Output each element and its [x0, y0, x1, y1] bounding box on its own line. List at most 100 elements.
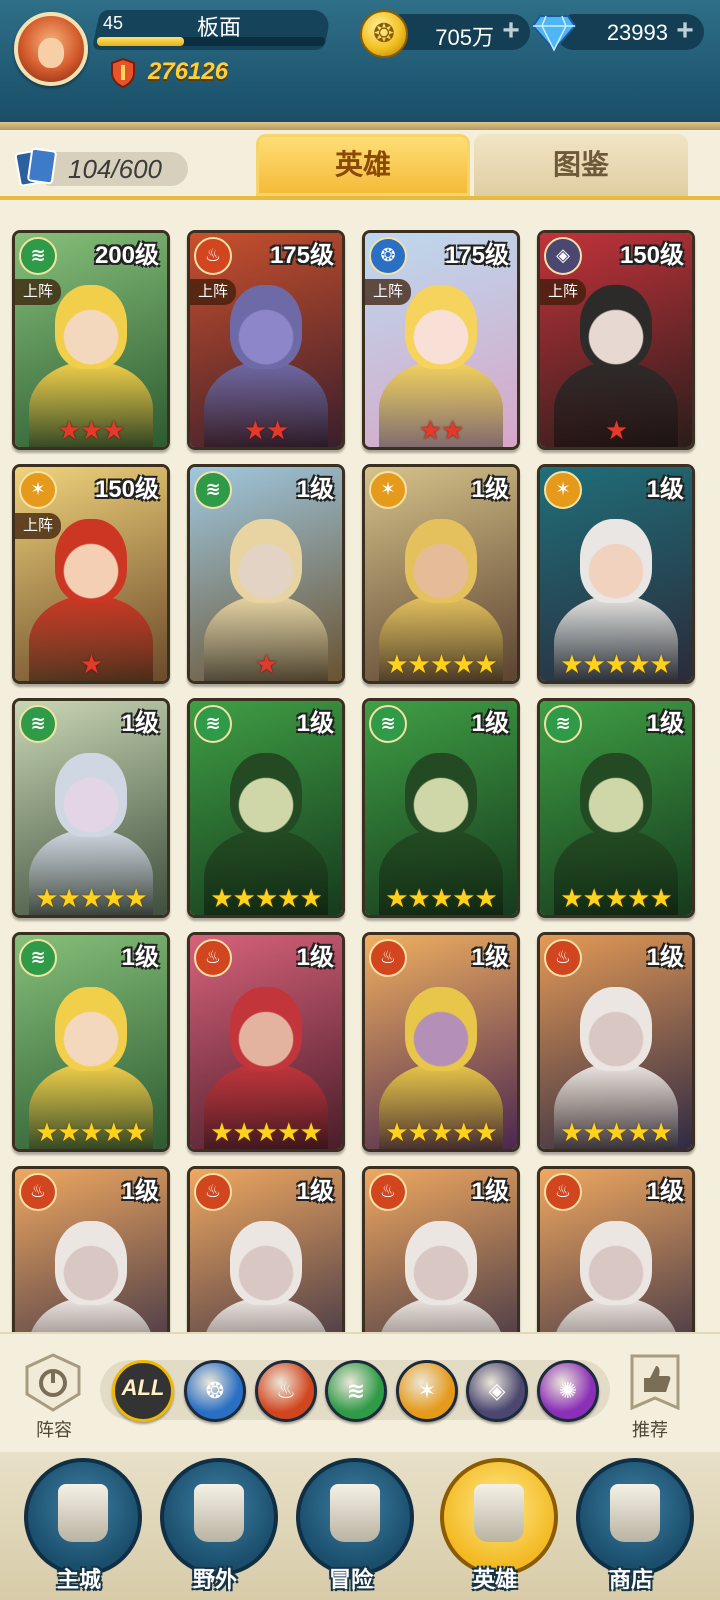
tab-heroes[interactable]: 英雄 [256, 134, 470, 196]
hero-face [405, 1221, 477, 1305]
hero-card[interactable]: ≋ 1级 ★ [187, 464, 345, 684]
hero-card[interactable]: ♨ 1级 [12, 1166, 170, 1332]
hero-card[interactable]: ≋ 1级 ★★★★★ [12, 932, 170, 1152]
hero-level: 1级 [296, 1178, 334, 1205]
filter-fire-button[interactable]: ♨ [255, 1360, 317, 1422]
hero-card[interactable]: ♨ 1级 ★★★★★ [362, 932, 520, 1152]
star-rating: ★★★★★ [35, 1117, 148, 1147]
hero-card[interactable]: ♨ 175级 上阵 ★★ [187, 230, 345, 450]
nav-castle-button[interactable] [24, 1458, 142, 1576]
lineup-button[interactable] [22, 1352, 84, 1414]
hero-card[interactable]: ♨ 1级 [537, 1166, 695, 1332]
hero-card[interactable]: ≋ 1级 ★★★★★ [537, 698, 695, 918]
hero-card[interactable]: ≋ 200级 上阵 ★★★ [12, 230, 170, 450]
star-rating: ★★★★★ [560, 649, 673, 679]
castle-icon [58, 1484, 108, 1542]
sword-icon [330, 1484, 380, 1542]
hero-card[interactable]: ♨ 1级 ★★★★★ [537, 932, 695, 1152]
hero-card[interactable]: ❂ 175级 上阵 ★★ [362, 230, 520, 450]
xp-bar [97, 37, 325, 46]
nav-label: 主城 [56, 1567, 101, 1592]
hero-level: 1级 [471, 944, 509, 971]
fire-element-icon: ♨ [369, 939, 407, 977]
nav-label: 商店 [608, 1567, 653, 1592]
hero-card[interactable]: ✶ 1级 ★★★★★ [537, 464, 695, 684]
star-rating: ★★★★★ [35, 883, 148, 913]
nav-knight-helmet-button[interactable] [440, 1458, 558, 1576]
hero-count: 104/600 [68, 154, 162, 184]
add-gold-button[interactable]: + [496, 16, 526, 46]
hero-face [405, 753, 477, 837]
hero-level: 1级 [471, 476, 509, 503]
filter-nature-button[interactable]: ≋ [325, 1360, 387, 1422]
nav-label: 野外 [192, 1567, 237, 1592]
fire-element-icon: ♨ [194, 1173, 232, 1211]
recommend-button[interactable] [624, 1352, 686, 1414]
hero-card[interactable]: ≋ 1级 ★★★★★ [362, 698, 520, 918]
filter-dark-button[interactable]: ◈ [466, 1360, 528, 1422]
player-level: 45 [103, 13, 124, 33]
hero-card[interactable]: ≋ 1级 ★★★★★ [187, 698, 345, 918]
hero-level: 175级 [269, 242, 334, 269]
player-avatar[interactable] [14, 12, 88, 86]
hero-level: 1级 [471, 1178, 509, 1205]
deployed-badge: 上阵 [365, 279, 411, 305]
light-element-icon: ✶ [417, 1378, 437, 1403]
gold-coin-icon: ❂ [360, 10, 408, 58]
hero-level: 1级 [121, 1178, 159, 1205]
nav-portal-button[interactable] [160, 1458, 278, 1576]
filter-all-button[interactable]: ALL [112, 1360, 174, 1422]
fire-element-icon: ♨ [276, 1378, 296, 1403]
hero-card[interactable]: ✶ 150级 上阵 ★ [12, 464, 170, 684]
hero-face [55, 519, 127, 603]
filter-water-button[interactable]: ❂ [184, 1360, 246, 1422]
hero-face [580, 753, 652, 837]
hero-face [230, 1221, 302, 1305]
hero-level: 1级 [471, 710, 509, 737]
hero-face [405, 519, 477, 603]
nav-label: 英雄 [472, 1567, 517, 1592]
hero-face [580, 285, 652, 369]
nav-shop-button[interactable] [576, 1458, 694, 1576]
hero-card[interactable]: ≋ 1级 ★★★★★ [12, 698, 170, 918]
star-rating: ★ [254, 649, 278, 679]
star-rating: ★★★★★ [560, 1117, 673, 1147]
filter-light-button[interactable]: ✶ [396, 1360, 458, 1422]
tab-codex[interactable]: 图鉴 [474, 134, 688, 196]
water-element-icon: ❂ [205, 1378, 225, 1403]
portal-icon [194, 1484, 244, 1542]
nature-element-icon: ≋ [19, 705, 57, 743]
hero-card[interactable]: ♨ 1级 ★★★★★ [187, 932, 345, 1152]
shop-icon [610, 1484, 660, 1542]
hero-face [230, 519, 302, 603]
deployed-badge: 上阵 [15, 513, 61, 539]
nav-sword-button[interactable] [296, 1458, 414, 1576]
recommend-label: 推荐 [632, 1420, 668, 1440]
hero-card[interactable]: ◈ 150级 上阵 ★ [537, 230, 695, 450]
add-diamond-button[interactable]: + [670, 16, 700, 46]
star-rating: ★★★★★ [385, 883, 498, 913]
nature-element-icon: ≋ [346, 1378, 366, 1403]
hero-face [405, 285, 477, 369]
gold-amount: 705万 [435, 25, 494, 50]
star-rating: ★★★★★ [385, 649, 498, 679]
deployed-badge: 上阵 [190, 279, 236, 305]
hero-face [230, 285, 302, 369]
hero-face [405, 987, 477, 1071]
filter-spirit-button[interactable]: ✺ [537, 1360, 599, 1422]
hero-face [55, 987, 127, 1071]
hero-face [230, 987, 302, 1071]
hero-level: 150级 [619, 242, 684, 269]
fire-element-icon: ♨ [544, 939, 582, 977]
nav-label: 冒险 [328, 1567, 373, 1592]
hero-card[interactable]: ♨ 1级 [362, 1166, 520, 1332]
dark-element-icon: ◈ [488, 1378, 506, 1403]
hero-card[interactable]: ♨ 1级 [187, 1166, 345, 1332]
deployed-badge: 上阵 [15, 279, 61, 305]
hero-level: 1级 [296, 710, 334, 737]
hero-face [55, 753, 127, 837]
fire-element-icon: ♨ [19, 1173, 57, 1211]
star-rating: ★★★ [57, 415, 126, 445]
hero-card[interactable]: ✶ 1级 ★★★★★ [362, 464, 520, 684]
hero-level: 200级 [94, 242, 159, 269]
